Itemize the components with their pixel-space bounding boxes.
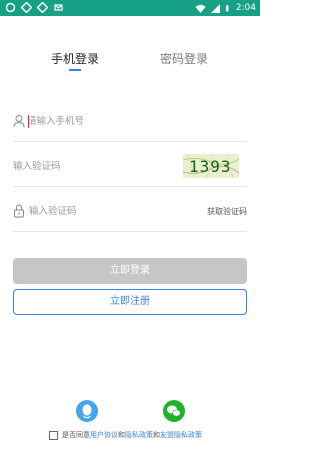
- captcha-input[interactable]: [13, 158, 163, 174]
- login-tabs: 手机登录 密码登录: [0, 44, 260, 74]
- wechat-icon: [167, 405, 181, 417]
- captcha-noise: 1393: [183, 154, 239, 178]
- agreement-and-1: 和: [118, 431, 125, 439]
- text-cursor: [28, 115, 29, 128]
- agreement-row: 是否同意 用户协议 和 隐私政策 和 友盟隐私政策: [49, 430, 202, 440]
- agreement-prefix: 是否同意: [62, 431, 90, 439]
- umeng-privacy-link[interactable]: 友盟隐私政策: [160, 430, 202, 440]
- register-button[interactable]: 立即注册: [13, 289, 247, 315]
- notification-icon: [37, 2, 48, 13]
- sms-code-input[interactable]: [29, 203, 189, 219]
- tab-phone-login[interactable]: 手机登录: [51, 50, 99, 67]
- login-button[interactable]: 立即登录: [13, 258, 247, 284]
- captcha-image[interactable]: 1393: [183, 154, 239, 178]
- battery-icon: [225, 4, 229, 11]
- agreement-and-2: 和: [153, 431, 160, 439]
- wechat-login-button[interactable]: [163, 400, 185, 422]
- user-agreement-link[interactable]: 用户协议: [90, 430, 118, 440]
- notification-icon: [54, 4, 63, 11]
- sms-code-field: 获取验证码: [13, 190, 247, 232]
- notification-icon: [21, 2, 32, 13]
- privacy-policy-link[interactable]: 隐私政策: [125, 430, 153, 440]
- get-code-button[interactable]: 获取验证码: [207, 206, 247, 217]
- active-tab-indicator: [69, 69, 81, 71]
- captcha-text: 1393: [189, 157, 232, 176]
- status-right-icons: 2:04: [195, 1, 256, 15]
- notification-icon: [5, 2, 16, 13]
- signal-icon: [210, 3, 220, 13]
- lock-icon: [14, 204, 24, 218]
- phone-input[interactable]: [27, 113, 227, 129]
- status-time: 2:04: [235, 3, 256, 13]
- agreement-checkbox[interactable]: [49, 430, 58, 440]
- qq-icon: [82, 404, 92, 419]
- wifi-icon: [195, 4, 206, 13]
- user-icon: [13, 115, 25, 128]
- status-bar: 2:04: [0, 0, 260, 16]
- captcha-field: 1393: [13, 145, 247, 187]
- status-left-icons: [5, 2, 64, 13]
- tab-password-login[interactable]: 密码登录: [160, 50, 208, 67]
- qq-login-button[interactable]: [76, 400, 98, 422]
- phone-field: [13, 100, 247, 142]
